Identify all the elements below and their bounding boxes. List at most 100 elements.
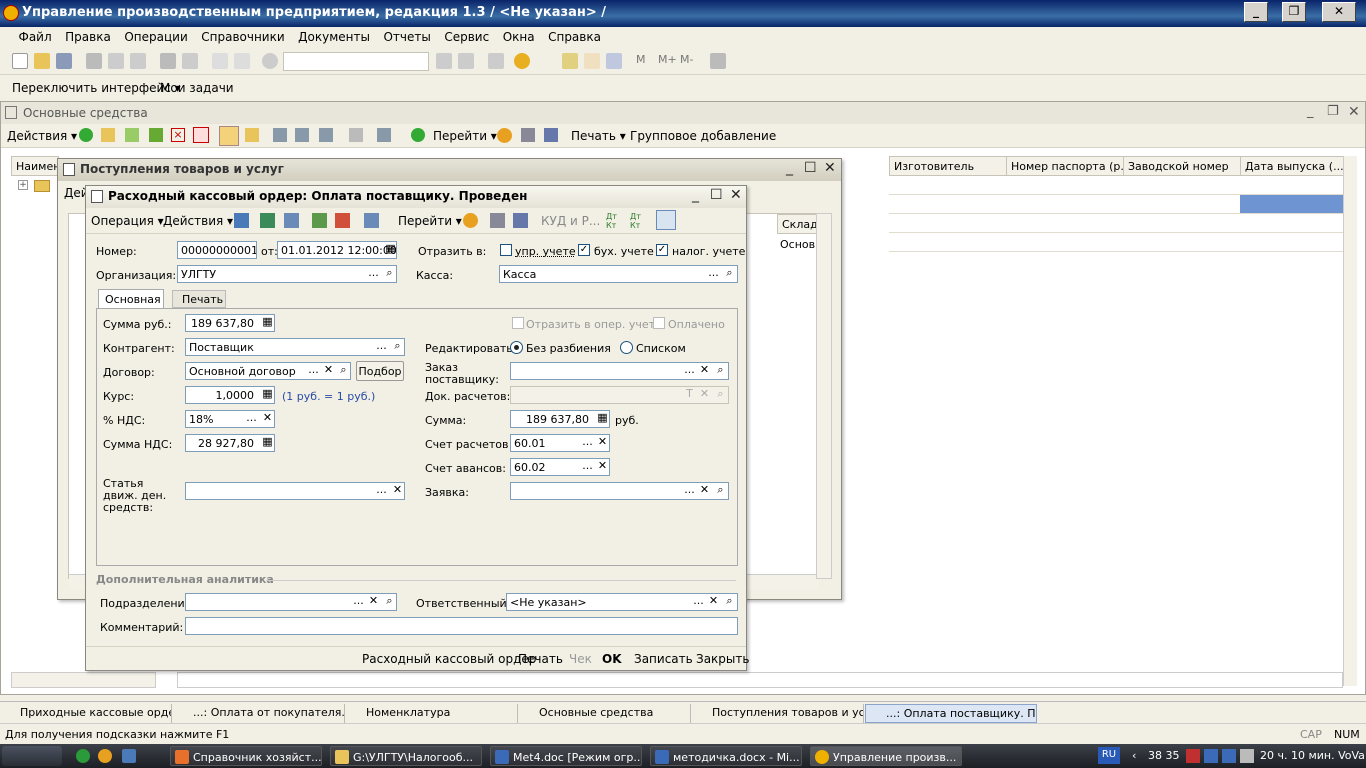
language-indicator[interactable]: RU [1098,747,1120,764]
redo-icon[interactable] [234,53,250,69]
calculator-icon[interactable] [562,53,578,69]
dt-kt-tax-icon[interactable]: Дт Кт [630,212,646,230]
number-field[interactable]: 00000000001 [177,241,257,259]
print-form-button[interactable]: Расходный кассовый ордер [362,652,536,666]
columns-icon[interactable] [521,128,535,142]
tray-display-icon[interactable] [1204,749,1218,763]
find-prev-icon[interactable] [458,53,474,69]
menu-operations[interactable]: Операции [119,27,192,47]
radio-nosplit[interactable] [510,341,523,354]
col-name[interactable]: Наимен [11,156,59,176]
minimize-button[interactable]: _ [1244,2,1268,22]
table-row[interactable] [889,195,1355,214]
calc-account-clear-icon[interactable]: ✕ [595,435,610,451]
save-doc-icon[interactable] [260,213,275,228]
ok-button[interactable]: OK [602,652,622,666]
copy-icon[interactable] [108,53,124,69]
menu-reports[interactable]: Отчеты [378,27,435,47]
list-vertical-scrollbar[interactable] [1343,156,1357,686]
structure-icon[interactable] [335,213,350,228]
list-close-icon[interactable]: ✕ [1348,104,1360,120]
group-add-button[interactable]: Групповое добавление [630,129,776,143]
undo-icon[interactable] [212,53,228,69]
delete-icon[interactable]: × [171,128,185,142]
list-print-menu[interactable]: Печать ▾ [571,129,626,143]
preview-icon[interactable] [182,53,198,69]
info-icon[interactable] [514,53,530,69]
level-up-icon[interactable] [245,128,259,142]
receipts-close-icon[interactable]: ✕ [824,160,836,176]
nalog-checkbox[interactable]: ✓ [656,244,668,256]
division-search-icon[interactable]: ⌕ [382,594,397,610]
pick-button[interactable]: Подбор [356,361,404,381]
window-tab-cash-receipts[interactable]: Приходные кассовые ордера [0,704,172,723]
vat-select-button[interactable]: ... [244,411,259,427]
filter-off-icon[interactable] [349,128,363,142]
list-restore-icon[interactable]: ❐ [1327,104,1339,119]
receipts-restore-icon[interactable]: ☐ [804,160,817,176]
tab-main[interactable]: Основная [98,289,164,309]
operation-menu[interactable]: Операция ▾ [91,214,164,228]
tools-icon[interactable] [710,53,726,69]
copy-item-icon[interactable] [125,128,139,142]
org-select-button[interactable]: ... [366,266,381,282]
tree-horizontal-scrollbar[interactable] [11,672,156,688]
help-icon[interactable] [497,128,512,143]
filter-list-icon[interactable] [319,128,333,142]
list-actions-menu[interactable]: Действия ▾ [7,129,77,143]
movements-icon[interactable] [312,213,327,228]
cashflow-clear-icon[interactable]: ✕ [390,483,405,499]
find-next-icon[interactable] [436,53,452,69]
add-folder-icon[interactable] [101,128,115,142]
window-tab-supplier-payment[interactable]: ...: Оплата поставщику. Пр... [865,704,1037,723]
bottom-print-button[interactable]: Печать [518,652,563,666]
window-tab-nomenclature[interactable]: Номенклатура [346,704,518,723]
col-release-date[interactable]: Дата выпуска (... [1240,156,1344,176]
adv-account-select-button[interactable]: ... [580,459,595,475]
browser-icon[interactable] [98,749,112,763]
new-icon[interactable] [12,53,28,69]
kassa-field[interactable]: Касса [499,265,738,283]
window-tab-receipts[interactable]: Поступления товаров и услуг [692,704,864,723]
cashflow-select-button[interactable]: ... [374,483,389,499]
taskbar-item-catalog[interactable]: Справочник хозяйст... [170,746,322,766]
order-goto-menu[interactable]: Перейти ▾ [398,214,462,228]
oper-checkbox[interactable] [512,317,524,329]
receipts-minimize-icon[interactable]: _ [786,160,793,176]
order-actions-menu[interactable]: Действия ▾ [163,214,233,228]
buh-checkbox[interactable]: ✓ [578,244,590,256]
vat-clear-icon[interactable]: ✕ [260,411,275,427]
order-close-icon[interactable]: ✕ [730,187,742,203]
sum-field-calc-icon[interactable]: ▦ [595,411,610,427]
taskbar-item-metodichka[interactable]: методичка.docx - Mi... [650,746,802,766]
menu-windows[interactable]: Окна [498,27,540,47]
paste-icon[interactable] [130,53,146,69]
division-clear-icon[interactable]: ✕ [366,594,381,610]
settings-list-icon[interactable] [544,128,558,142]
order-minimize-icon[interactable]: _ [692,187,699,203]
tray-monitor-icon[interactable] [1222,749,1236,763]
subordination-icon[interactable] [656,210,676,230]
table-row[interactable] [889,214,1355,233]
based-on-doc-icon[interactable] [364,213,379,228]
based-on-icon[interactable] [377,128,391,142]
window-tab-fixed-assets[interactable]: Основные средства [519,704,691,723]
list-horizontal-scrollbar[interactable] [177,672,1343,688]
save-record-button[interactable]: Записать [634,652,693,666]
division-select-button[interactable]: ... [351,594,366,610]
adv-account-clear-icon[interactable]: ✕ [595,459,610,475]
save-icon[interactable] [56,53,72,69]
sum-calc-icon[interactable]: ▦ [260,315,275,331]
memory-icon[interactable]: M [636,53,652,69]
responsible-search-icon[interactable]: ⌕ [722,594,737,610]
col-passport[interactable]: Номер паспорта (р... [1006,156,1124,176]
paid-checkbox[interactable] [653,317,665,329]
my-tasks-button[interactable]: Мои задачи [160,81,234,95]
upr-checkbox[interactable] [500,244,512,256]
request-search-icon[interactable]: ⌕ [713,483,728,499]
request-select-button[interactable]: ... [682,483,697,499]
menu-edit[interactable]: Правка [60,27,116,47]
calendar-icon[interactable] [584,53,600,69]
request-clear-icon[interactable]: ✕ [697,483,712,499]
org-field[interactable]: УЛГТУ [177,265,397,283]
